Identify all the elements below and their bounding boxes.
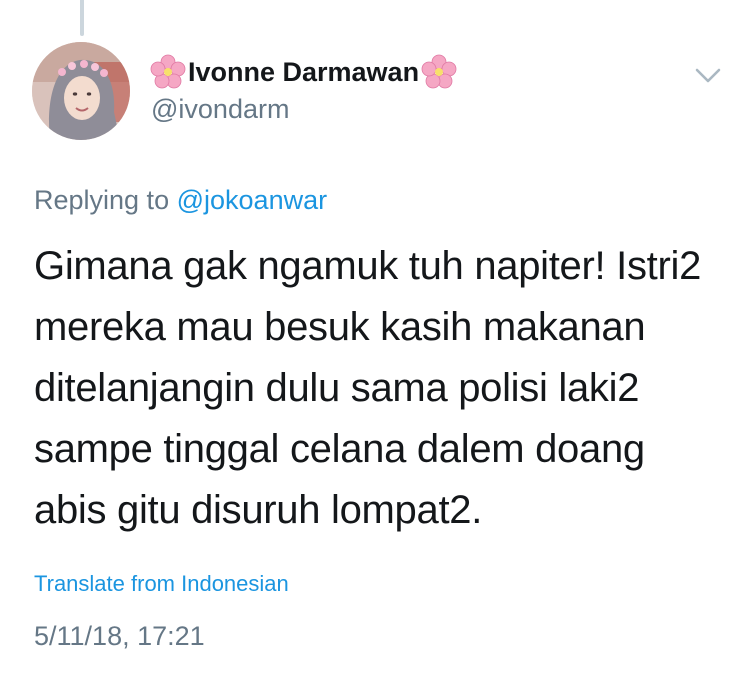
reply-handle-link[interactable]: @jokoanwar bbox=[177, 185, 327, 215]
chevron-down-icon[interactable] bbox=[693, 64, 723, 86]
replying-to: Replying to @jokoanwar bbox=[34, 182, 327, 218]
tweet-header: Ivonne Darmawan @ivondarm bbox=[150, 52, 690, 126]
tweet-text-line: mereka mau besuk kasih makanan bbox=[34, 305, 646, 349]
cherry-blossom-icon bbox=[150, 54, 186, 89]
author-handle[interactable]: @ivondarm bbox=[151, 92, 690, 126]
tweet-text-line: abis gitu disuruh lompat2. bbox=[34, 488, 483, 532]
tweet-timestamp[interactable]: 5/11/18, 17:21 bbox=[34, 618, 205, 654]
translate-link[interactable]: Translate from Indonesian bbox=[34, 569, 289, 599]
author-display-name: Ivonne Darmawan bbox=[188, 57, 420, 87]
profile-photo bbox=[32, 42, 130, 140]
tweet-text-line: sampe tinggal celana dalem doang bbox=[34, 427, 645, 471]
cherry-blossom-icon bbox=[421, 54, 457, 89]
replying-to-label: Replying to bbox=[34, 185, 170, 215]
author-name-row[interactable]: Ivonne Darmawan bbox=[150, 52, 690, 92]
avatar[interactable] bbox=[32, 42, 130, 140]
tweet-text-line: ditelanjangin dulu sama polisi laki2 bbox=[34, 366, 640, 410]
tweet-text-line: Gimana gak ngamuk tuh napiter! Istri2 bbox=[34, 244, 702, 288]
tweet-text: Gimana gak ngamuk tuh napiter! Istri2 me… bbox=[34, 236, 724, 541]
thread-connector-line bbox=[80, 0, 84, 36]
